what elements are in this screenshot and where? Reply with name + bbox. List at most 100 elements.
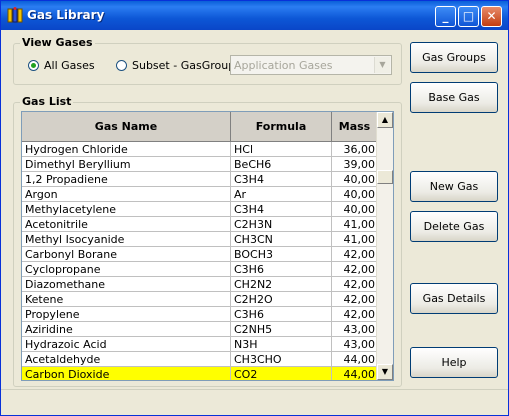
mass-cell: 44,00 (332, 367, 378, 380)
gas-name-cell: Hydrogen Chloride (22, 142, 231, 157)
gas-library-app-icon (7, 7, 23, 23)
formula-cell: BeCH6 (231, 157, 332, 172)
gas-name-cell: Propylene (22, 307, 231, 322)
column-header-formula[interactable]: Formula (231, 112, 332, 142)
title-bar[interactable]: Gas Library _ □ ✕ (1, 1, 508, 30)
arrow-down-icon: ▼ (381, 367, 389, 376)
mass-cell: 41,00 (332, 232, 378, 247)
mass-cell: 40,00 (332, 172, 378, 187)
table-row[interactable]: Carbon Dioxide CO2 44,00 (22, 367, 378, 380)
formula-cell: CO2 (231, 367, 332, 380)
formula-cell: CH3CN (231, 232, 332, 247)
formula-cell: C3H4 (231, 172, 332, 187)
gas-name-cell: Aziridine (22, 322, 231, 337)
formula-cell: Ar (231, 187, 332, 202)
gas-groups-button[interactable]: Gas Groups (410, 42, 498, 73)
mass-cell: 36,00 (332, 142, 378, 157)
formula-cell: CH3CHO (231, 352, 332, 367)
all-gases-label[interactable]: All Gases (44, 59, 95, 72)
table-row[interactable]: Hydrazoic Acid N3H 43,00 (22, 337, 378, 352)
mass-cell: 43,00 (332, 337, 378, 352)
table-row[interactable]: Acetonitrile C2H3N 41,00 (22, 217, 378, 232)
gas-name-cell: Carbon Dioxide (22, 367, 231, 380)
gas-list-label: Gas List (20, 95, 74, 108)
gas-name-cell: Ketene (22, 292, 231, 307)
formula-cell: N3H (231, 337, 332, 352)
table-row[interactable]: Aziridine C2NH5 43,00 (22, 322, 378, 337)
gas-name-cell: Acetonitrile (22, 217, 231, 232)
delete-gas-button[interactable]: Delete Gas (410, 211, 498, 242)
gas-name-cell: Cyclopropane (22, 262, 231, 277)
formula-cell: CH2N2 (231, 277, 332, 292)
gas-group-select-value: Application Gases (234, 59, 333, 72)
new-gas-button[interactable]: New Gas (410, 171, 498, 202)
view-gases-label: View Gases (20, 36, 95, 49)
table-row[interactable]: Argon Ar 40,00 (22, 187, 378, 202)
mass-cell: 42,00 (332, 292, 378, 307)
mass-cell: 43,00 (332, 322, 378, 337)
window-title: Gas Library (27, 8, 105, 22)
column-header-gas-name[interactable]: Gas Name (22, 112, 231, 142)
table-row[interactable]: Ketene C2H2O 42,00 (22, 292, 378, 307)
gas-name-cell: Hydrazoic Acid (22, 337, 231, 352)
radio-selected-dot (31, 63, 36, 68)
column-header-mass[interactable]: Mass (332, 112, 378, 142)
vertical-scrollbar[interactable]: ▲ ▼ (376, 112, 393, 380)
gas-name-cell: Dimethyl Beryllium (22, 157, 231, 172)
close-icon: ✕ (486, 9, 497, 23)
close-button[interactable]: ✕ (481, 6, 502, 27)
status-bar (1, 389, 508, 416)
scroll-thumb[interactable] (377, 170, 393, 184)
table-row[interactable]: Cyclopropane C3H6 42,00 (22, 262, 378, 277)
table-row[interactable]: Hydrogen Chloride HCl 36,00 (22, 142, 378, 157)
maximize-icon: □ (462, 9, 475, 23)
table-row[interactable]: Carbonyl Borane BOCH3 42,00 (22, 247, 378, 262)
table-row[interactable]: Methyl Isocyanide CH3CN 41,00 (22, 232, 378, 247)
formula-cell: BOCH3 (231, 247, 332, 262)
scroll-up-button[interactable]: ▲ (377, 112, 393, 128)
gas-name-cell: Diazomethane (22, 277, 231, 292)
gas-library-window: Gas Library _ □ ✕ View Gases All Gases S… (0, 0, 509, 416)
table-row[interactable]: Diazomethane CH2N2 42,00 (22, 277, 378, 292)
formula-cell: C2H2O (231, 292, 332, 307)
table-row[interactable]: 1,2 Propadiene C3H4 40,00 (22, 172, 378, 187)
subset-gasgroup-radio[interactable] (116, 60, 127, 71)
mass-cell: 42,00 (332, 247, 378, 262)
formula-cell: C3H6 (231, 262, 332, 277)
mass-cell: 42,00 (332, 262, 378, 277)
gas-group-select[interactable]: Application Gases ▼ (230, 55, 392, 75)
formula-cell: C3H4 (231, 202, 332, 217)
table-row[interactable]: Methylacetylene C3H4 40,00 (22, 202, 378, 217)
help-button[interactable]: Help (410, 347, 498, 378)
all-gases-radio[interactable] (28, 60, 39, 71)
mass-cell: 41,00 (332, 217, 378, 232)
table-row[interactable]: Propylene C3H6 42,00 (22, 307, 378, 322)
gas-name-cell: Carbonyl Borane (22, 247, 231, 262)
maximize-button[interactable]: □ (458, 6, 479, 27)
minimize-icon: _ (442, 9, 449, 23)
formula-cell: HCl (231, 142, 332, 157)
formula-cell: C3H6 (231, 307, 332, 322)
formula-cell: C2NH5 (231, 322, 332, 337)
gas-name-cell: Methylacetylene (22, 202, 231, 217)
mass-cell: 40,00 (332, 202, 378, 217)
chevron-down-icon[interactable]: ▼ (374, 57, 390, 73)
mass-cell: 42,00 (332, 307, 378, 322)
base-gas-button[interactable]: Base Gas (410, 82, 498, 113)
subset-gasgroup-label[interactable]: Subset - GasGroup (132, 59, 235, 72)
mass-cell: 44,00 (332, 352, 378, 367)
gas-name-cell: Acetaldehyde (22, 352, 231, 367)
minimize-button[interactable]: _ (435, 6, 456, 27)
arrow-up-icon: ▲ (381, 115, 389, 124)
scroll-down-button[interactable]: ▼ (377, 364, 393, 380)
formula-cell: C2H3N (231, 217, 332, 232)
gas-list-table[interactable]: Gas Name Formula Mass Hydrogen Chloride H… (21, 111, 394, 381)
gas-name-cell: Argon (22, 187, 231, 202)
table-row[interactable]: Dimethyl Beryllium BeCH6 39,00 (22, 157, 378, 172)
gas-details-button[interactable]: Gas Details (410, 283, 498, 314)
table-row[interactable]: Acetaldehyde CH3CHO 44,00 (22, 352, 378, 367)
gas-name-cell: 1,2 Propadiene (22, 172, 231, 187)
mass-cell: 42,00 (332, 277, 378, 292)
gas-name-cell: Methyl Isocyanide (22, 232, 231, 247)
mass-cell: 39,00 (332, 157, 378, 172)
